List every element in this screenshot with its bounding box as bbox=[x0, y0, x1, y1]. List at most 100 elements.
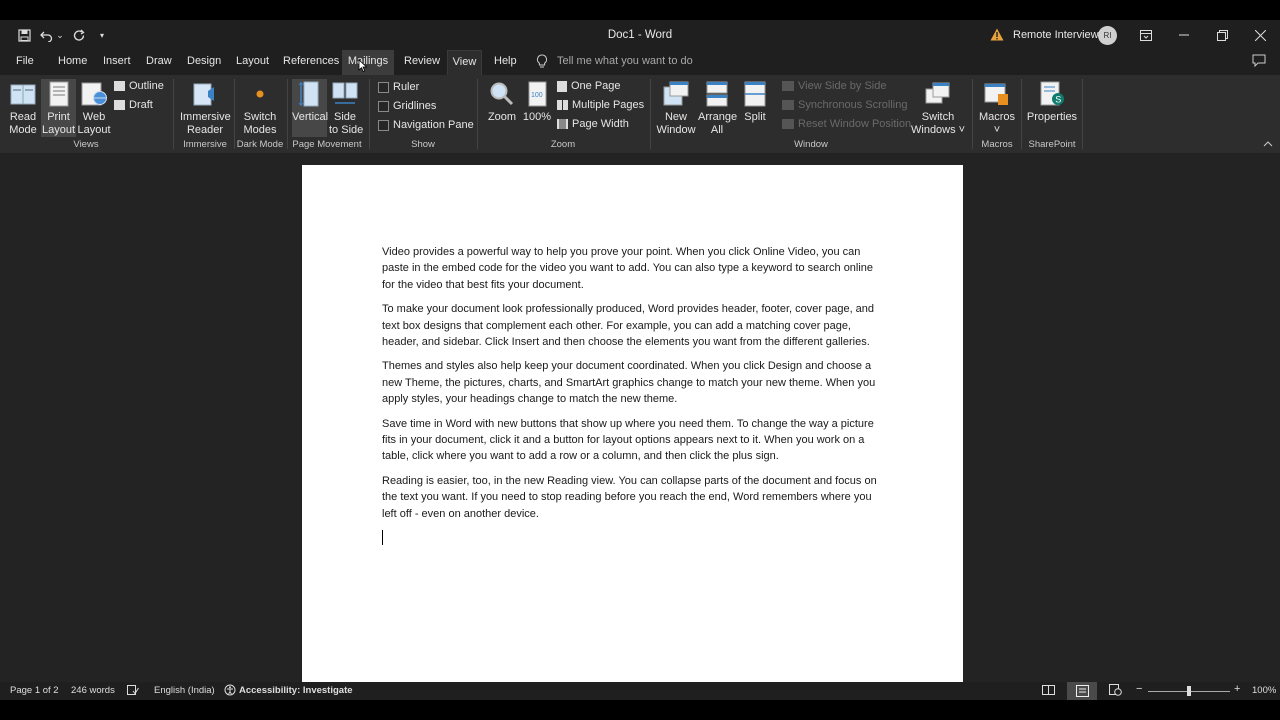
web-layout-button[interactable]: Web Layout bbox=[77, 79, 111, 137]
document-body[interactable]: Video provides a powerful way to help yo… bbox=[382, 244, 887, 530]
navigation-pane-checkbox[interactable]: Navigation Pane bbox=[378, 119, 474, 131]
macros-button[interactable]: Macros ˅ bbox=[978, 79, 1016, 137]
tab-file[interactable]: File bbox=[16, 55, 34, 67]
document-area[interactable]: Video provides a powerful way to help yo… bbox=[0, 153, 1280, 682]
group-separator bbox=[287, 79, 288, 149]
ruler-check-icon[interactable] bbox=[378, 81, 389, 93]
immersive-reader-button[interactable]: Immersive Reader bbox=[180, 79, 231, 137]
page-width-button[interactable]: Page Width bbox=[557, 118, 629, 130]
properties-button[interactable]: S Properties bbox=[1026, 79, 1078, 124]
tab-draw[interactable]: Draw bbox=[146, 55, 172, 67]
navigation-pane-check-icon[interactable] bbox=[378, 119, 389, 131]
web-layout-view-icon[interactable] bbox=[1109, 684, 1122, 699]
zoom-out-icon[interactable]: − bbox=[1136, 683, 1142, 695]
print-layout-view-icon[interactable] bbox=[1067, 682, 1097, 700]
outline-button[interactable]: Outline bbox=[114, 80, 164, 92]
word-window: ⌄ ▾ Doc1 - Word Remote Interview RI File… bbox=[0, 20, 1280, 700]
switch-windows-icon bbox=[911, 79, 965, 109]
close-icon[interactable] bbox=[1241, 20, 1279, 50]
synchronous-scrolling-icon bbox=[782, 100, 794, 110]
tab-home[interactable]: Home bbox=[58, 55, 87, 67]
split-button[interactable]: Split bbox=[740, 79, 770, 124]
web-layout-icon bbox=[77, 79, 111, 109]
side-to-side-icon bbox=[329, 79, 361, 109]
avatar[interactable]: RI bbox=[1098, 26, 1117, 45]
ruler-checkbox[interactable]: Ruler bbox=[378, 81, 419, 93]
warning-icon[interactable] bbox=[990, 28, 1004, 44]
page-100-icon: 100 bbox=[522, 79, 552, 109]
save-icon[interactable] bbox=[14, 20, 34, 50]
accessibility-status[interactable]: Accessibility: Investigate bbox=[239, 685, 353, 696]
switch-modes-button[interactable]: Switch Modes bbox=[240, 79, 280, 137]
draft-button[interactable]: Draft bbox=[114, 99, 153, 111]
restore-icon[interactable] bbox=[1203, 20, 1241, 50]
immersive-reader-icon bbox=[180, 79, 230, 109]
paragraph[interactable]: Save time in Word with new buttons that … bbox=[382, 416, 887, 465]
switch-windows-button[interactable]: Switch Windows ˅ bbox=[911, 79, 965, 137]
ribbon-display-options-icon[interactable] bbox=[1127, 20, 1165, 50]
tab-help[interactable]: Help bbox=[494, 55, 517, 67]
new-window-button[interactable]: New Window bbox=[656, 79, 696, 137]
tell-me-search[interactable]: Tell me what you want to do bbox=[557, 55, 693, 67]
group-label-page-movement: Page Movement bbox=[292, 139, 362, 150]
paragraph[interactable]: Reading is easier, too, in the new Readi… bbox=[382, 473, 887, 522]
gridlines-checkbox[interactable]: Gridlines bbox=[378, 100, 436, 112]
account-name[interactable]: Remote Interview bbox=[1013, 29, 1099, 41]
lightbulb-icon[interactable] bbox=[536, 54, 548, 72]
language[interactable]: English (India) bbox=[154, 685, 215, 696]
group-separator bbox=[1021, 79, 1022, 149]
read-mode-view-icon[interactable] bbox=[1042, 684, 1055, 699]
group-separator bbox=[477, 79, 478, 149]
reset-window-position-button[interactable]: Reset Window Position bbox=[782, 118, 911, 130]
view-side-by-side-button[interactable]: View Side by Side bbox=[782, 80, 886, 92]
collapse-ribbon-icon[interactable] bbox=[1263, 139, 1273, 150]
document-page[interactable]: Video provides a powerful way to help yo… bbox=[302, 165, 963, 682]
tab-design[interactable]: Design bbox=[187, 55, 221, 67]
group-label-immersive: Immersive bbox=[183, 139, 227, 150]
group-label-show: Show bbox=[411, 139, 435, 150]
accessibility-icon bbox=[224, 684, 236, 699]
zoom-in-icon[interactable]: + bbox=[1234, 683, 1240, 695]
tab-view[interactable]: View bbox=[447, 50, 482, 75]
document-title: Doc1 - Word bbox=[607, 29, 673, 41]
zoom-slider-thumb[interactable] bbox=[1187, 686, 1191, 696]
zoom-100-button[interactable]: 100 100% bbox=[522, 79, 552, 124]
vertical-button[interactable]: Vertical bbox=[292, 79, 328, 137]
group-separator bbox=[369, 79, 370, 149]
zoom-button[interactable]: Zoom bbox=[485, 79, 519, 124]
multiple-pages-button[interactable]: Multiple Pages bbox=[557, 99, 644, 111]
synchronous-scrolling-button[interactable]: Synchronous Scrolling bbox=[782, 99, 907, 111]
comments-icon[interactable] bbox=[1252, 54, 1266, 70]
zoom-level[interactable]: 100% bbox=[1252, 685, 1276, 696]
tab-review[interactable]: Review bbox=[404, 55, 440, 67]
tab-mailings[interactable]: Mailings bbox=[342, 50, 394, 75]
tab-references[interactable]: References bbox=[283, 55, 339, 67]
draft-icon bbox=[114, 100, 125, 110]
side-to-side-button[interactable]: Side to Side bbox=[329, 79, 363, 137]
word-count[interactable]: 246 words bbox=[71, 685, 115, 696]
arrange-all-button[interactable]: Arrange All bbox=[698, 79, 737, 137]
paragraph[interactable]: Video provides a powerful way to help yo… bbox=[382, 244, 887, 293]
read-mode-button[interactable]: Read Mode bbox=[6, 79, 40, 137]
group-label-macros: Macros bbox=[981, 139, 1013, 150]
redo-icon[interactable] bbox=[70, 20, 88, 50]
paragraph[interactable]: Themes and styles also help keep your do… bbox=[382, 358, 887, 407]
one-page-button[interactable]: One Page bbox=[557, 80, 621, 92]
tab-insert[interactable]: Insert bbox=[103, 55, 131, 67]
tab-layout[interactable]: Layout bbox=[236, 55, 269, 67]
undo-dropdown-icon[interactable]: ⌄ bbox=[55, 20, 65, 50]
page-count[interactable]: Page 1 of 2 bbox=[10, 685, 59, 696]
print-layout-button[interactable]: Print Layout bbox=[41, 79, 76, 137]
minimize-icon[interactable] bbox=[1165, 20, 1203, 50]
view-side-by-side-icon bbox=[782, 81, 794, 91]
gridlines-check-icon[interactable] bbox=[378, 100, 389, 112]
customize-qat-icon[interactable]: ▾ bbox=[96, 20, 108, 50]
paragraph[interactable]: To make your document look professionall… bbox=[382, 301, 887, 350]
undo-icon[interactable] bbox=[38, 20, 54, 50]
ribbon-view: Read Mode Print Layout Web Layout Outlin… bbox=[0, 75, 1280, 153]
proofing-icon[interactable] bbox=[127, 684, 139, 699]
group-separator bbox=[173, 79, 174, 149]
outline-icon bbox=[114, 81, 125, 91]
magnifier-icon bbox=[485, 79, 519, 109]
ribbon-tabs: File Home Insert Draw Design Layout Refe… bbox=[0, 50, 1280, 75]
